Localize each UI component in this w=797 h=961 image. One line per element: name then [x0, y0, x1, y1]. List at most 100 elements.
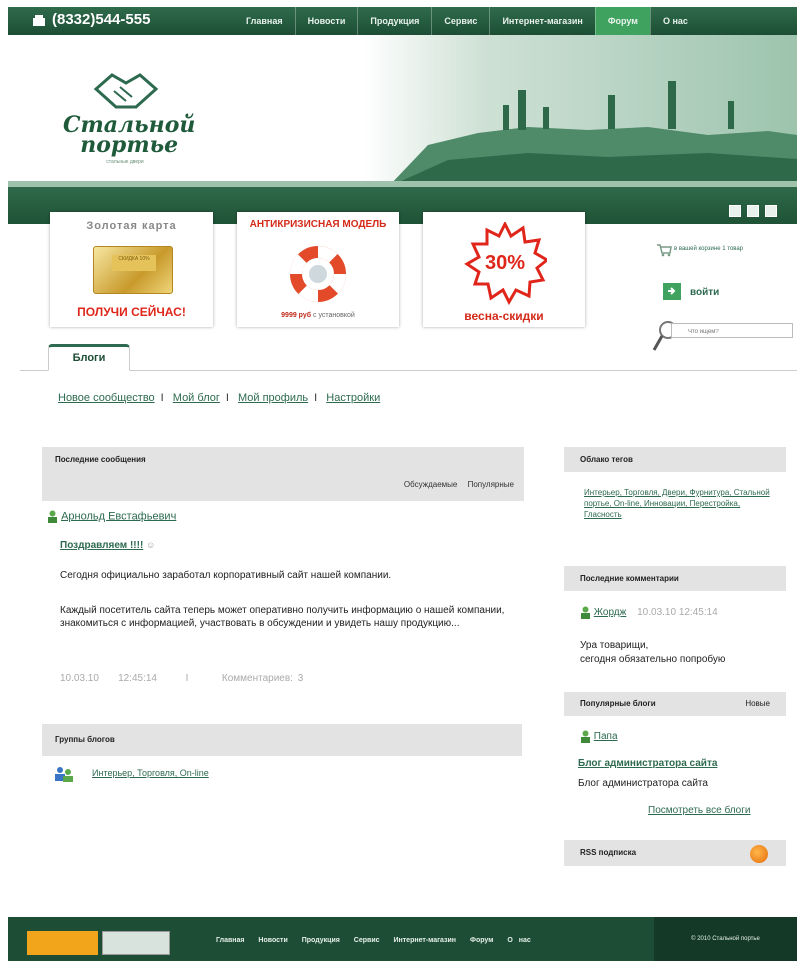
- smile-icon: ☺: [146, 540, 156, 550]
- comment-author[interactable]: Жордж 10.03.10 12:45:14: [580, 606, 718, 619]
- copyright: © 2010 Стальной портье: [654, 917, 797, 961]
- logo-line2: портье: [80, 132, 179, 158]
- blog-name-link[interactable]: Блог администратора сайта: [578, 758, 717, 769]
- print-icon[interactable]: [729, 205, 741, 217]
- post-title-link[interactable]: Поздравляем !!!!: [60, 540, 143, 551]
- nav-about[interactable]: О нас: [649, 7, 700, 35]
- nav-forum[interactable]: Форум: [594, 7, 650, 35]
- blog-owner[interactable]: Папа: [580, 730, 618, 743]
- phone-icon: [33, 15, 45, 26]
- search-input[interactable]: [671, 323, 793, 338]
- footer-nav-news[interactable]: Новости: [258, 937, 287, 944]
- login-icon: [663, 283, 681, 300]
- logo-tagline: стальные двери: [106, 159, 144, 165]
- phone-number: (8332)544-555: [52, 11, 151, 28]
- new-community-link[interactable]: Новое сообщество: [58, 392, 155, 404]
- blog-subnav: Новое сообщество I Мой блог I Мой профиль I…: [58, 392, 380, 404]
- subnav-separator: I: [314, 392, 318, 404]
- post-meta: 10.03.10 12:45:14 I Комментариев: 3: [60, 673, 303, 684]
- mail-icon[interactable]: [765, 205, 777, 217]
- nav-service[interactable]: Сервис: [431, 7, 489, 35]
- gold-card-label: СКИДКА 10%: [112, 255, 156, 271]
- post-body-lead: Сегодня официально заработал корпоративн…: [60, 570, 392, 581]
- footer-nav-shop[interactable]: Интернет-магазин: [393, 937, 456, 944]
- settings-link[interactable]: Настройки: [326, 392, 380, 404]
- tab-divider: [20, 370, 797, 371]
- latest-comments-header: Последние комментарии: [564, 566, 786, 591]
- handshake-icon: [93, 73, 159, 109]
- latest-posts-header: Последние сообщения Обсуждаемые Популярн…: [42, 447, 524, 501]
- subnav-separator: I: [160, 392, 164, 404]
- post-title[interactable]: Поздравляем !!!! ☺: [60, 540, 155, 551]
- top-bar: (8332)544-555 Главная Новости Продукция …: [8, 7, 797, 35]
- sitemap-icon[interactable]: [747, 205, 759, 217]
- comment-author-name[interactable]: Жордж: [594, 607, 627, 618]
- comment-date: 10.03.10 12:45:14: [637, 607, 718, 619]
- my-blog-link[interactable]: Мой блог: [173, 392, 220, 404]
- popular-blogs-header: Популярные блоги Новые: [564, 692, 786, 716]
- filter-discussed[interactable]: Обсуждаемые: [404, 480, 457, 489]
- counter-badge[interactable]: [27, 931, 98, 955]
- new-blogs-tab[interactable]: Новые: [745, 692, 770, 716]
- post-author-name[interactable]: Арнольд Евстафьевич: [61, 510, 176, 522]
- cart-icon: [657, 244, 672, 257]
- post-date: 10.03.10: [60, 673, 99, 684]
- cart-status[interactable]: в вашей корзине 1 товар: [674, 246, 743, 252]
- user-icon: [581, 606, 590, 619]
- tab-blogs[interactable]: Блоги: [48, 344, 130, 371]
- footer-nav-home[interactable]: Главная: [216, 937, 244, 944]
- user-icon: [581, 730, 590, 743]
- post-author[interactable]: Арнольд Евстафьевич: [47, 510, 176, 523]
- group-users-icon: [55, 767, 73, 782]
- spring-sale-caption: весна-скидки: [464, 309, 544, 323]
- footer-nav-service[interactable]: Сервис: [354, 937, 380, 944]
- price-suffix: с установкой: [311, 312, 355, 319]
- discount-percent: 30%: [484, 252, 526, 274]
- gold-card-image: СКИДКА 10%: [93, 246, 173, 294]
- blog-owner-name[interactable]: Папа: [594, 731, 618, 742]
- nav-shop[interactable]: Интернет-магазин: [489, 7, 594, 35]
- post-comments-count[interactable]: Комментариев: 3: [222, 673, 303, 684]
- stats-badge[interactable]: [102, 931, 170, 955]
- footer-nav: Главная Новости Продукция Сервис Интерне…: [216, 937, 539, 944]
- promo-gold-card[interactable]: Золотая карта СКИДКА 10% ПОЛУЧИ СЕЙЧАС!: [50, 212, 213, 327]
- post-time: 12:45:14: [118, 673, 157, 684]
- latest-posts-title: Последние сообщения: [55, 455, 146, 464]
- tag-cloud[interactable]: Интерьер, Торговля, Двери, Фурнитура, Ст…: [584, 487, 774, 520]
- logo[interactable]: Стальной портье: [63, 114, 195, 158]
- rss-icon[interactable]: [750, 845, 768, 863]
- filter-popular[interactable]: Популярные: [468, 480, 514, 489]
- meta-separator: I: [185, 673, 189, 684]
- gold-card-title: Золотая карта: [86, 220, 177, 232]
- nav-home[interactable]: Главная: [234, 7, 295, 35]
- lifebuoy-icon: [290, 246, 346, 302]
- blog-description: Блог администратора сайта: [578, 778, 708, 789]
- promo-anticrisis[interactable]: АНТИКРИЗИСНАЯ МОДЕЛЬ 9999 руб с установк…: [237, 212, 399, 327]
- anticrisis-price: 9999 руб с установкой: [237, 312, 399, 319]
- nav-products[interactable]: Продукция: [357, 7, 431, 35]
- promo-spring-sale[interactable]: 30% весна-скидки: [423, 212, 585, 327]
- popular-blogs-title[interactable]: Популярные блоги: [580, 699, 656, 708]
- user-icon: [48, 510, 57, 523]
- subnav-separator: I: [225, 392, 229, 404]
- comment-line-1: Ура товарищи,: [580, 640, 649, 651]
- top-nav: Главная Новости Продукция Сервис Интерне…: [234, 7, 700, 35]
- footer-nav-about[interactable]: О нас: [507, 937, 530, 944]
- nav-news[interactable]: Новости: [294, 7, 358, 35]
- footer-nav-products[interactable]: Продукция: [302, 937, 340, 944]
- gold-card-cta: ПОЛУЧИ СЕЙЧАС!: [77, 305, 186, 319]
- all-blogs-link[interactable]: Посмотреть все блоги: [648, 805, 750, 816]
- footer-nav-forum[interactable]: Форум: [470, 937, 493, 944]
- blog-groups-link[interactable]: Интерьер, Торговля, On-line: [92, 768, 209, 778]
- price-value: 9999 руб: [281, 312, 312, 319]
- comment-text: Ура товарищи, сегодня обязательно попроб…: [580, 639, 725, 667]
- post-body: Каждый посетитель сайта теперь может опе…: [60, 605, 505, 629]
- comment-line-2: сегодня обязательно попробую: [580, 654, 726, 665]
- posts-filter: Обсуждаемые Популярные: [396, 480, 514, 489]
- login-link[interactable]: войти: [690, 287, 719, 298]
- anticrisis-title: АНТИКРИЗИСНАЯ МОДЕЛЬ: [249, 219, 387, 230]
- my-profile-link[interactable]: Мой профиль: [238, 392, 308, 404]
- header-banner: Стальной портье стальные двери: [8, 35, 797, 187]
- blog-groups-header: Группы блогов: [42, 724, 522, 756]
- tag-cloud-header: Облако тегов: [564, 447, 786, 472]
